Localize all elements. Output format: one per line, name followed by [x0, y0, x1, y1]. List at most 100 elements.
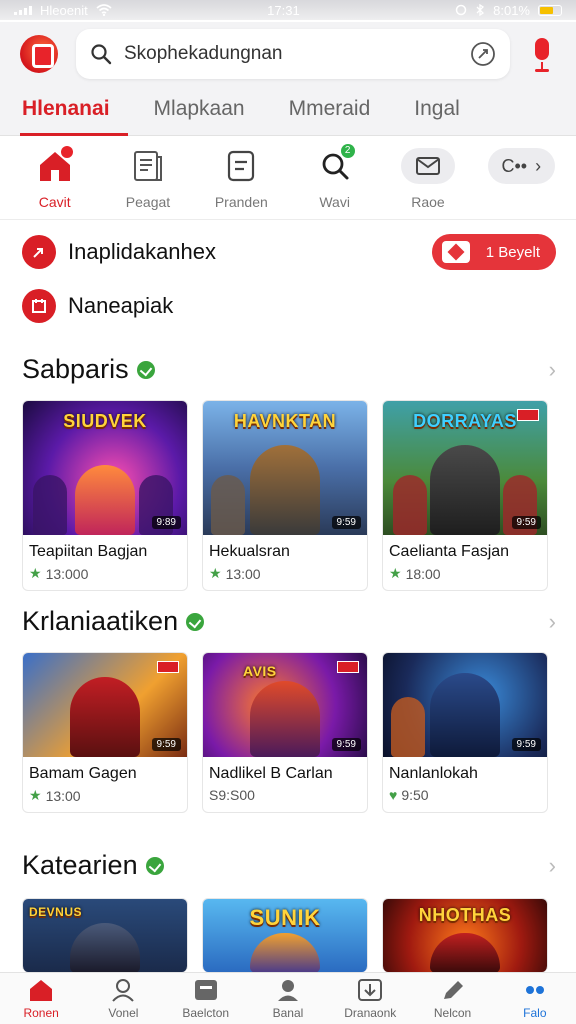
wifi-icon: [96, 4, 112, 16]
promo-row-1[interactable]: Inaplidakanhex 1 Beyelt: [22, 234, 556, 270]
product-thumbnail: AVIS 9:59: [203, 653, 367, 757]
product-price: 9:50: [401, 787, 429, 803]
product-name: Caelianta Fasjan: [389, 543, 510, 560]
battery-percent: 8:01%: [493, 2, 530, 18]
chevron-right-icon[interactable]: ›: [549, 609, 556, 635]
quick-action-cavit[interactable]: Cavit: [8, 146, 101, 219]
product-thumbnail: HAVNKTAN 9:59: [203, 401, 367, 535]
calendar-icon: [22, 289, 56, 323]
bluetooth-icon: [476, 4, 485, 16]
promo-button[interactable]: 1 Beyelt: [431, 234, 556, 270]
arrow-icon: [22, 235, 56, 269]
product-thumbnail: 9:59: [383, 653, 547, 757]
nav-nelcon[interactable]: Nelcon: [417, 978, 489, 1020]
person-icon: [112, 978, 135, 1002]
nav-ronen[interactable]: Ronen: [5, 978, 77, 1020]
more-icon: [525, 985, 544, 994]
microphone-icon[interactable]: [528, 34, 556, 74]
product-name: Teapiitan Bagjan: [29, 543, 148, 560]
product-name: Nadlikel B Carlan: [209, 765, 333, 782]
app-header: Skophekadungnan: [0, 22, 576, 86]
nav-banal[interactable]: Banal: [252, 978, 324, 1020]
product-thumbnail: SIUDVEK 9:89: [23, 401, 187, 535]
search-input[interactable]: Skophekadungnan: [124, 43, 458, 65]
section-header[interactable]: Krlaniaatiken ›: [22, 606, 556, 637]
tab-hlenanai[interactable]: Hlenanai: [20, 86, 127, 136]
product-card[interactable]: HAVNKTAN 9:59 Hekualsran ★ 13:00: [202, 400, 368, 591]
product-row: DEVNUS SUNIK NHOTHAS: [22, 898, 558, 972]
product-card[interactable]: DEVNUS: [22, 898, 188, 972]
star-icon: ★: [29, 787, 42, 803]
product-price: 18:00: [405, 565, 441, 582]
nav-baelcton[interactable]: Baelcton: [170, 978, 242, 1020]
verified-icon: [145, 856, 164, 875]
quick-action-more[interactable]: C•• ›: [475, 148, 568, 219]
receipt-icon: [221, 148, 261, 184]
nav-dranaonk[interactable]: Dranaonk: [334, 978, 406, 1020]
product-thumbnail: SUNIK: [203, 899, 367, 972]
quick-actions: Cavit Peagat Pranden 2 Wavi Raoe C•• ›: [0, 144, 576, 220]
star-icon: ♥: [389, 787, 398, 803]
search-bar[interactable]: Skophekadungnan: [76, 29, 510, 79]
tab-mlapkaan[interactable]: Mlapkaan: [154, 86, 245, 136]
notification-badge: 2: [340, 144, 355, 158]
document-icon: [128, 148, 168, 184]
product-thumbnail: DORRAYAS 9:59: [383, 401, 547, 535]
product-name: Hekualsran: [209, 543, 290, 560]
location-icon: [455, 4, 467, 16]
home-icon: [30, 979, 53, 1001]
product-card[interactable]: 9:59 Bamam Gagen ★ 13:00: [22, 652, 188, 813]
top-tabs: Hlenanai Mlapkaan Mmeraid Ingal: [0, 86, 576, 136]
profile-icon: [277, 979, 298, 1001]
flag-icon: [337, 661, 359, 673]
search-icon: 2: [315, 144, 355, 184]
promo-title: Naneapiak: [68, 293, 174, 318]
chevron-right-icon[interactable]: ›: [549, 853, 556, 879]
product-thumbnail: 9:59: [23, 653, 187, 757]
clock: 17:31: [267, 2, 300, 18]
nav-falo[interactable]: Falo: [499, 978, 571, 1020]
quick-action-peagat[interactable]: Peagat: [101, 148, 194, 219]
verified-icon: [186, 612, 205, 631]
section-title: Katearien: [22, 850, 138, 880]
search-icon: [91, 44, 112, 65]
section-title: Krlaniaatiken: [22, 606, 179, 636]
mail-icon: [400, 148, 455, 184]
section-title: Sabparis: [22, 354, 129, 384]
product-price: S9:S00: [209, 787, 255, 803]
tab-ingal[interactable]: Ingal: [414, 86, 460, 136]
carrier-label: Hleoenit: [40, 2, 88, 18]
product-name: Nanlanlokah: [389, 765, 478, 782]
promo-row-2[interactable]: Naneapiak: [22, 288, 556, 324]
star-icon: ★: [29, 565, 42, 581]
product-name: Bamam Gagen: [29, 765, 137, 782]
star-icon: ★: [389, 565, 402, 581]
quick-action-pranden[interactable]: Pranden: [195, 148, 288, 219]
star-icon: ★: [209, 565, 222, 581]
scan-icon[interactable]: [470, 41, 496, 67]
home-icon: [35, 146, 75, 184]
product-card[interactable]: SUNIK: [202, 898, 368, 972]
tab-mmeraid[interactable]: Mmeraid: [289, 86, 371, 136]
quick-action-wavi[interactable]: 2 Wavi: [288, 144, 381, 219]
chevron-right-icon: ›: [535, 155, 542, 176]
promo-title: Inaplidakanhex: [68, 239, 217, 264]
product-card[interactable]: NHOTHAS: [382, 898, 548, 972]
product-card[interactable]: AVIS 9:59 Nadlikel B Carlan S9:S00: [202, 652, 368, 813]
battery-icon: [538, 4, 562, 16]
section-header[interactable]: Sabparis ›: [22, 354, 556, 385]
bottom-navigation: Ronen Vonel Baelcton Banal Dranaonk Nelc…: [0, 972, 576, 1024]
pen-icon: [443, 980, 463, 999]
quick-action-raoe[interactable]: Raoe: [381, 148, 474, 219]
tag-icon: [441, 241, 470, 263]
status-bar: Hleoenit 17:31 8:01%: [0, 0, 576, 20]
product-card[interactable]: DORRAYAS 9:59 Caelianta Fasjan ★ 18:00: [382, 400, 548, 591]
nav-vonel[interactable]: Vonel: [87, 978, 159, 1020]
chevron-right-icon[interactable]: ›: [549, 357, 556, 383]
product-card[interactable]: 9:59 Nanlanlokah ♥ 9:50: [382, 652, 548, 813]
app-logo[interactable]: [20, 35, 58, 73]
product-price: 13:000: [45, 565, 89, 582]
more-icon: C•• ›: [487, 148, 556, 184]
product-card[interactable]: SIUDVEK 9:89 Teapiitan Bagjan ★ 13:000: [22, 400, 188, 591]
section-header[interactable]: Katearien ›: [22, 850, 556, 881]
